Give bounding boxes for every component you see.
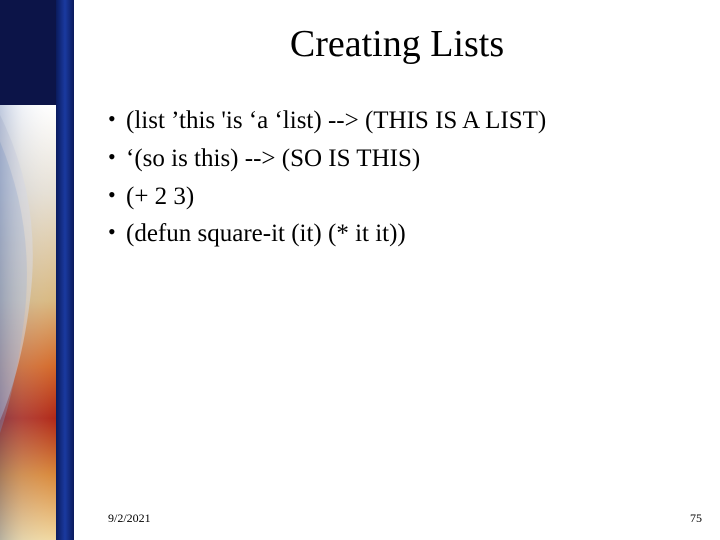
bullet-text: (list ’this 'is ‘a ‘list) --> (THIS IS A… <box>126 104 700 138</box>
bullet-icon: • <box>108 217 126 248</box>
slide-content: Creating Lists • (list ’this 'is ‘a ‘lis… <box>74 0 720 540</box>
bullet-text: (+ 2 3) <box>126 180 700 214</box>
footer-page-number: 75 <box>690 511 702 526</box>
list-item: • (+ 2 3) <box>108 180 700 214</box>
bullet-list: • (list ’this 'is ‘a ‘list) --> (THIS IS… <box>74 104 720 251</box>
list-item: • ‘(so is this) --> (SO IS THIS) <box>108 142 700 176</box>
bullet-text: (defun square-it (it) (* it it)) <box>126 217 700 251</box>
slide-title: Creating Lists <box>74 22 720 66</box>
decorative-sidebar <box>0 0 74 540</box>
list-item: • (list ’this 'is ‘a ‘list) --> (THIS IS… <box>108 104 700 138</box>
footer-date: 9/2/2021 <box>108 511 151 526</box>
list-item: • (defun square-it (it) (* it it)) <box>108 217 700 251</box>
bullet-icon: • <box>108 104 126 135</box>
bullet-text: ‘(so is this) --> (SO IS THIS) <box>126 142 700 176</box>
bullet-icon: • <box>108 142 126 173</box>
bullet-icon: • <box>108 180 126 211</box>
